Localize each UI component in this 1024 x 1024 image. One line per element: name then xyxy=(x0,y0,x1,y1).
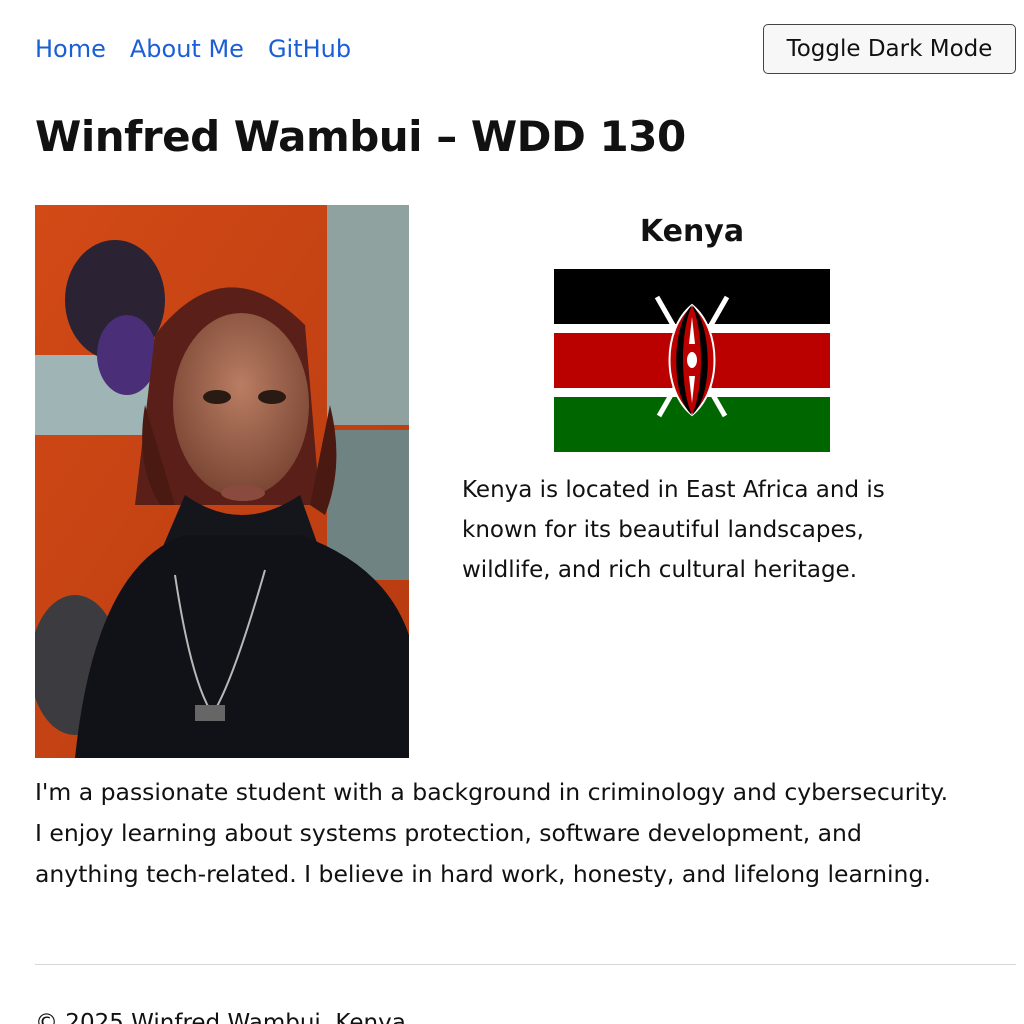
kenya-flag-image xyxy=(554,269,830,452)
top-nav: Home About Me GitHub xyxy=(35,34,375,64)
footer-text: © 2025 Winfred Wambui, Kenya xyxy=(35,1010,406,1024)
page: Home About Me GitHub Toggle Dark Mode Wi… xyxy=(0,0,1024,1024)
page-title: Winfred Wambui – WDD 130 xyxy=(35,112,686,161)
profile-photo xyxy=(35,205,409,758)
toggle-dark-mode-button[interactable]: Toggle Dark Mode xyxy=(763,24,1016,74)
bio-paragraph: I'm a passionate student with a backgrou… xyxy=(35,778,949,888)
footer-divider xyxy=(35,964,1016,965)
nav-link-about-me[interactable]: About Me xyxy=(130,34,244,64)
nav-link-github[interactable]: GitHub xyxy=(268,34,351,64)
country-description: Kenya is located in East Africa and is k… xyxy=(462,477,885,583)
nav-link-home[interactable]: Home xyxy=(35,34,106,64)
country-heading: Kenya xyxy=(639,214,745,249)
